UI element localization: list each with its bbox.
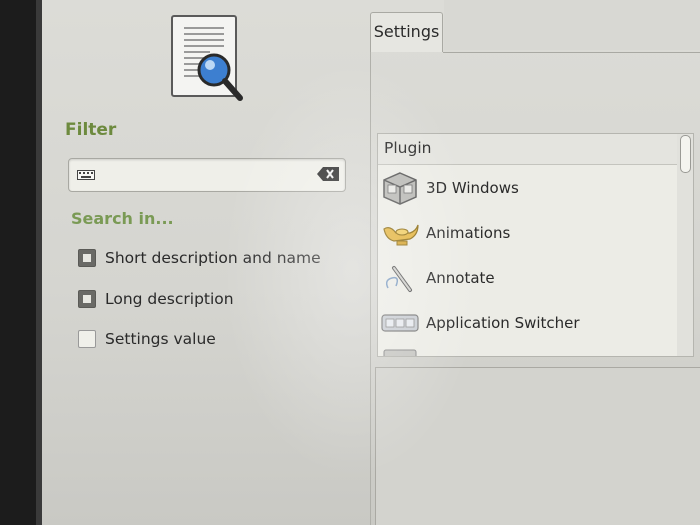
list-item[interactable]: Application Switcher xyxy=(378,300,678,345)
search-document-icon xyxy=(171,15,243,101)
settings-value-checkbox[interactable] xyxy=(78,330,96,348)
list-item-partial[interactable] xyxy=(378,345,678,356)
panel-divider xyxy=(370,52,371,525)
plugin-column-header[interactable]: Plugin xyxy=(378,134,678,165)
partial-plugin-icon xyxy=(383,349,417,356)
search-in-label: Search in... xyxy=(71,209,174,228)
plugin-list-scroll-thumb[interactable] xyxy=(680,135,691,173)
plugin-label-application-switcher: Application Switcher xyxy=(426,313,580,332)
settings-value-option[interactable]: Settings value xyxy=(78,328,216,350)
compiz-settings-window: ... Filter Search in... Short descript xyxy=(42,0,700,525)
settings-value-label: Settings value xyxy=(105,330,216,348)
short-description-option[interactable]: Short description and name xyxy=(78,247,321,269)
short-description-label: Short description and name xyxy=(105,249,321,267)
plugin-label-annotate: Annotate xyxy=(426,268,495,287)
plugin-column-header-label: Plugin xyxy=(384,139,432,157)
pencil-icon xyxy=(385,265,412,292)
filter-label: Filter xyxy=(65,120,117,140)
plugin-list[interactable]: Plugin 3D Windows Animations Annotate Ap… xyxy=(377,133,679,357)
long-description-option[interactable]: Long description xyxy=(78,288,234,310)
list-item[interactable]: Annotate xyxy=(378,255,678,300)
genie-lamp-icon xyxy=(383,224,419,245)
plugin-label-3d-windows: 3D Windows xyxy=(426,178,519,197)
tab-bar-divider xyxy=(443,52,700,53)
tab-settings-label: Settings xyxy=(373,22,440,41)
cube-icon xyxy=(383,171,417,205)
list-item[interactable]: 3D Windows xyxy=(378,165,678,210)
list-item[interactable]: Animations xyxy=(378,210,678,255)
plugin-settings-pane xyxy=(375,367,700,525)
filter-input[interactable] xyxy=(68,158,346,192)
tab-settings[interactable]: Settings xyxy=(370,12,443,52)
keyboard-icon xyxy=(77,170,95,180)
clear-text-icon[interactable] xyxy=(317,167,339,181)
tab-strip-background xyxy=(444,0,700,50)
plugin-label-animations: Animations xyxy=(426,223,511,242)
window-switcher-icon xyxy=(381,313,419,332)
long-description-checkbox[interactable] xyxy=(78,290,96,308)
short-description-checkbox[interactable] xyxy=(78,249,96,267)
long-description-label: Long description xyxy=(105,290,234,308)
